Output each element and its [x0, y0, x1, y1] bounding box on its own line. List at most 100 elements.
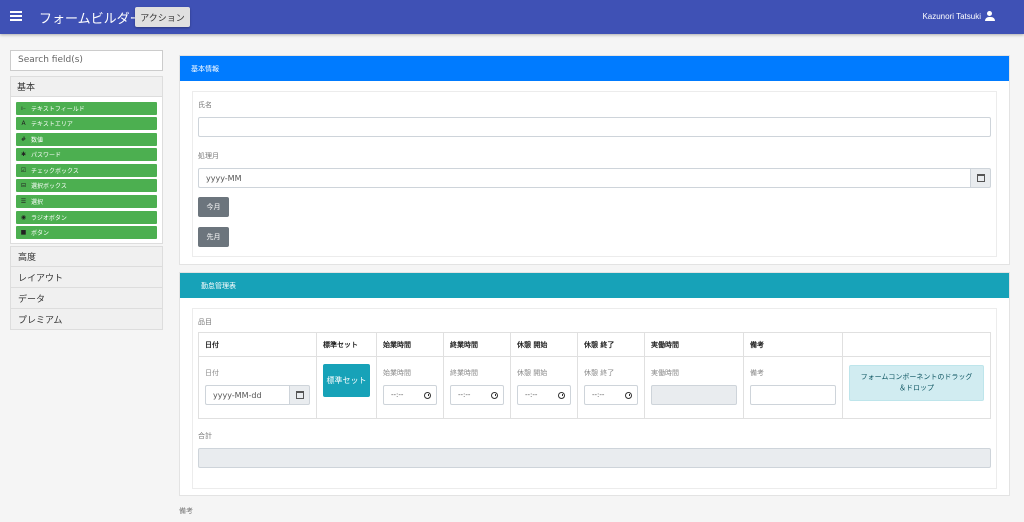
month-label: 処理月	[198, 152, 219, 160]
break-start-input[interactable]: --:--	[517, 385, 571, 405]
break-start-label: 休憩 開始	[517, 369, 548, 377]
clock-icon[interactable]	[491, 391, 498, 399]
category-data[interactable]: データ	[10, 288, 163, 310]
col-date: 日付	[198, 332, 317, 357]
table-header-row: 日付 標準セット 始業時間 終業時間 休憩 開始 休憩 終了 実働時間 備考	[198, 332, 991, 357]
standard-set-cell: 標準セット	[316, 356, 377, 419]
attendance-table: 日付 標準セット 始業時間 終業時間 休憩 開始 休憩 終了 実働時間 備考 日…	[198, 332, 991, 419]
component-sidebar: 基本 ı₋ テキストフィールド A テキストエリア # 数値 ✱ パスワード ☑ チェック…	[10, 47, 163, 331]
col-start: 始業時間	[376, 332, 444, 357]
col-end: 終業時間	[443, 332, 511, 357]
worked-time-cell: 実働時間	[644, 356, 744, 419]
attendance-body: 品目 日付 標準セット 始業時間 終業時間 休憩 開始 休憩 終了 実働時間 備…	[192, 308, 997, 489]
component-text-area[interactable]: A テキストエリア	[16, 117, 157, 131]
end-time-cell: 終業時間 --:--	[443, 356, 511, 419]
clock-icon[interactable]	[558, 391, 565, 399]
start-time-label: 始業時間	[383, 369, 411, 377]
calendar-icon	[976, 174, 985, 182]
component-label: 数値	[31, 136, 44, 144]
component-label: テキストエリア	[31, 121, 73, 129]
remarks-label: 備考	[750, 369, 764, 377]
col-standard-set: 標準セット	[316, 332, 377, 357]
calendar-icon	[295, 391, 304, 399]
component-text-field[interactable]: ı₋ テキストフィールド	[16, 101, 157, 115]
category-advanced[interactable]: 高度	[10, 246, 163, 268]
start-time-input[interactable]: --:--	[383, 385, 437, 405]
remarks-cell: 備考	[743, 356, 843, 419]
app-title: フォームビルダー	[39, 12, 143, 27]
user-name[interactable]: Kazunori Tatsuki	[922, 12, 981, 21]
col-worked: 実働時間	[644, 332, 744, 357]
name-label: 氏名	[198, 101, 212, 109]
basic-info-panel: 基本情報 氏名 処理月 yyyy-MM 今月 先月	[179, 55, 1010, 265]
col-remarks: 備考	[743, 332, 843, 357]
items-label: 品目	[198, 318, 212, 326]
drop-zone-cell: フォームコンポーネントのドラッグ＆ドロップ	[842, 356, 991, 419]
end-time-input[interactable]: --:--	[450, 385, 504, 405]
worked-time-label: 実働時間	[651, 369, 679, 377]
top-app-bar: フォームビルダー アクション Kazunori Tatsuki	[0, 0, 1024, 34]
name-input[interactable]	[198, 117, 991, 137]
clock-icon[interactable]	[424, 391, 431, 399]
attendance-header: 勤怠管理表	[180, 273, 1009, 298]
list-icon: ☰	[20, 198, 27, 206]
component-password[interactable]: ✱ パスワード	[16, 148, 157, 162]
component-radio[interactable]: ◉ ラジオボタン	[16, 210, 157, 224]
break-end-label: 休憩 終了	[584, 369, 615, 377]
date-input[interactable]: yyyy-MM-dd	[205, 385, 289, 405]
component-select[interactable]: ☰ 選択	[16, 195, 157, 209]
user-icon[interactable]	[985, 11, 995, 21]
basic-info-header: 基本情報	[180, 56, 1009, 81]
time-placeholder: --:--	[592, 391, 605, 399]
this-month-button[interactable]: 今月	[198, 197, 229, 217]
drop-zone[interactable]: フォームコンポーネントのドラッグ＆ドロップ	[849, 365, 984, 401]
total-label: 合計	[198, 432, 212, 440]
date-cell: 日付 yyyy-MM-dd	[198, 356, 317, 419]
stop-icon: ■	[20, 229, 27, 237]
total-input	[198, 448, 991, 468]
time-placeholder: --:--	[391, 391, 404, 399]
date-calendar-button[interactable]	[289, 385, 310, 405]
footer-remarks-label: 備考	[179, 507, 193, 515]
action-button[interactable]: アクション	[135, 7, 190, 27]
component-label: チェックボックス	[31, 167, 79, 175]
month-input[interactable]: yyyy-MM	[198, 168, 970, 188]
last-month-button[interactable]: 先月	[198, 227, 229, 247]
remarks-input[interactable]	[750, 385, 836, 405]
month-calendar-button[interactable]	[970, 168, 991, 188]
col-break-end: 休憩 終了	[577, 332, 645, 357]
standard-set-button[interactable]: 標準セット	[323, 364, 370, 397]
search-fields-input[interactable]	[10, 49, 163, 71]
menu-icon[interactable]	[10, 11, 22, 21]
component-label: 選択ボックス	[31, 183, 67, 191]
component-button[interactable]: ■ ボタン	[16, 226, 157, 240]
select-box-icon: ⊟	[20, 182, 27, 190]
component-select-box[interactable]: ⊟ 選択ボックス	[16, 179, 157, 193]
component-label: 選択	[31, 199, 44, 207]
time-placeholder: --:--	[525, 391, 538, 399]
number-icon: #	[20, 135, 27, 143]
component-number[interactable]: # 数値	[16, 132, 157, 146]
category-layout[interactable]: レイアウト	[10, 267, 163, 289]
col-break-start: 休憩 開始	[510, 332, 578, 357]
break-end-input[interactable]: --:--	[584, 385, 638, 405]
category-basic[interactable]: 基本	[10, 75, 163, 97]
checkbox-icon: ☑	[20, 166, 27, 174]
component-label: ボタン	[31, 230, 50, 238]
break-end-cell: 休憩 終了 --:--	[577, 356, 645, 419]
text-area-icon: A	[21, 120, 26, 128]
start-time-cell: 始業時間 --:--	[376, 356, 444, 419]
component-label: ラジオボタン	[31, 214, 67, 222]
text-field-icon: ı₋	[21, 104, 26, 112]
date-picker[interactable]: yyyy-MM-dd	[205, 385, 310, 405]
worked-time-input	[651, 385, 737, 405]
asterisk-icon: ✱	[20, 151, 27, 159]
component-label: パスワード	[31, 152, 62, 160]
clock-icon[interactable]	[625, 391, 632, 399]
component-checkbox[interactable]: ☑ チェックボックス	[16, 163, 157, 177]
category-premium[interactable]: プレミアム	[10, 309, 163, 331]
end-time-label: 終業時間	[450, 369, 478, 377]
month-picker[interactable]: yyyy-MM	[198, 168, 991, 188]
attendance-panel: 勤怠管理表 品目 日付 標準セット 始業時間 終業時間 休憩 開始 休憩 終了 …	[179, 272, 1010, 496]
date-cell-label: 日付	[205, 369, 219, 377]
